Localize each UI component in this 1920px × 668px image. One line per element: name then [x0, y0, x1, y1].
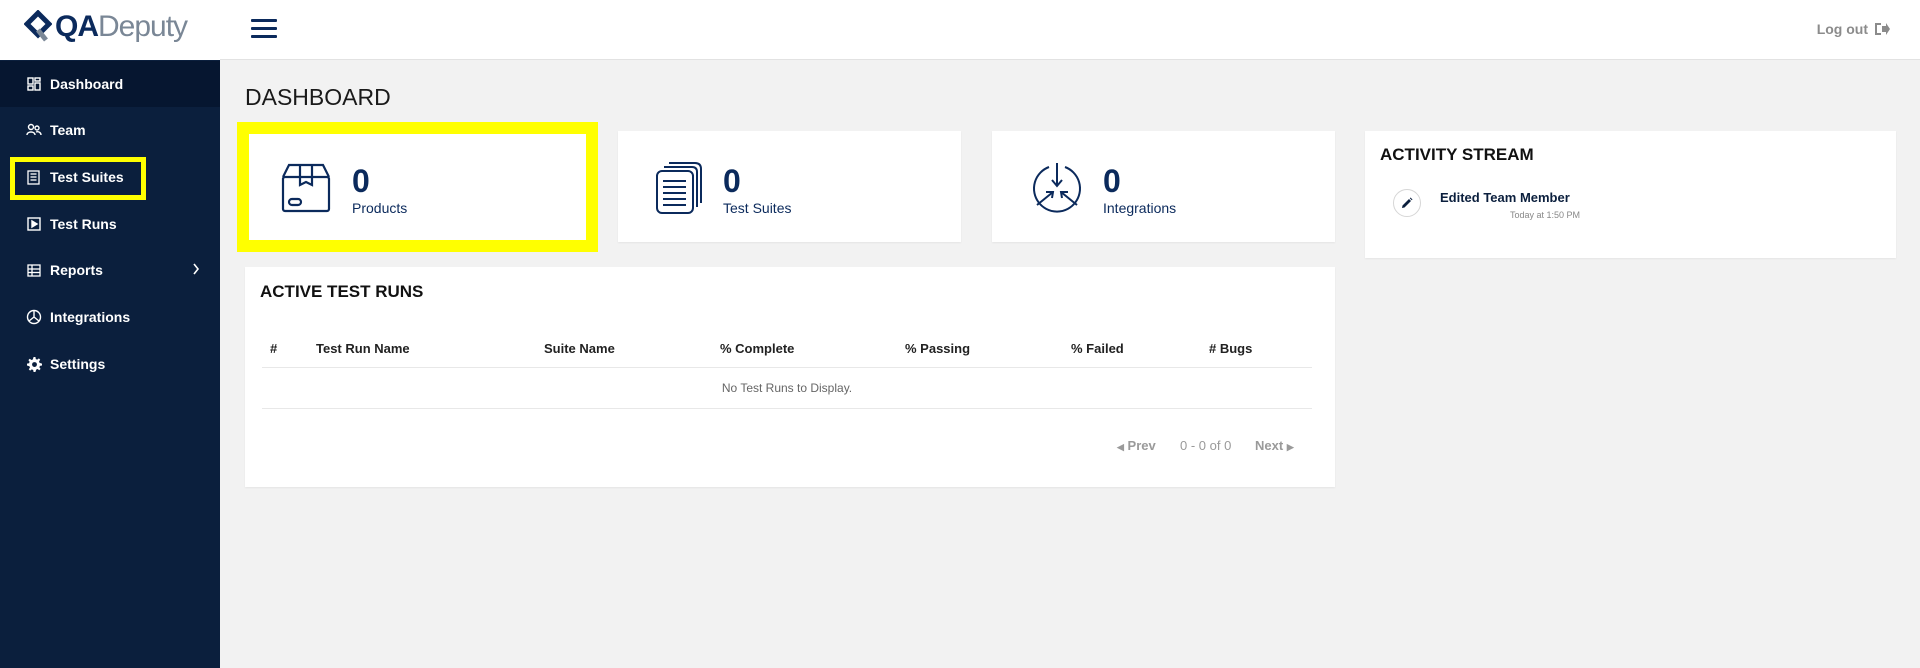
sidebar-item-settings[interactable]: Settings — [0, 341, 220, 387]
table-row: No Test Runs to Display. — [262, 367, 1312, 409]
logout-button[interactable]: Log out — [1817, 21, 1890, 37]
integrations-icon — [1033, 163, 1081, 213]
sidebar-item-label: Team — [50, 122, 86, 138]
hamburger-menu-icon[interactable] — [251, 19, 277, 41]
sidebar-item-label: Settings — [50, 356, 106, 372]
reports-icon — [26, 262, 42, 278]
active-runs-title: ACTIVE TEST RUNS — [260, 282, 424, 301]
sidebar-item-label: Test Runs — [50, 216, 117, 232]
stat-card-test-suites[interactable]: 0 Test Suites — [618, 131, 961, 242]
top-bar: Log out — [220, 0, 1920, 60]
column-header[interactable]: % Passing — [905, 337, 1071, 368]
documents-icon — [656, 162, 702, 214]
activity-item-time: Today at 1:50 PM — [1510, 210, 1581, 220]
next-label: Next — [1255, 438, 1284, 453]
empty-state-text: No Test Runs to Display. — [262, 367, 1312, 409]
column-header[interactable]: % Failed — [1071, 337, 1209, 368]
stat-value: 0 — [723, 163, 741, 199]
sidebar-item-integrations[interactable]: Integrations — [0, 294, 220, 340]
sidebar: QADeputy Dashboard Team Test Suites Test… — [0, 0, 220, 668]
prev-button[interactable]: ◀ Prev — [1117, 438, 1156, 453]
sidebar-item-label: Reports — [50, 262, 103, 278]
prev-label: Prev — [1127, 438, 1156, 453]
highlight-box — [10, 157, 146, 200]
column-header[interactable]: % Complete — [720, 337, 905, 368]
column-header[interactable]: Suite Name — [544, 337, 720, 368]
sidebar-item-label: Integrations — [50, 309, 131, 325]
activity-stream-title: ACTIVITY STREAM — [1380, 145, 1534, 164]
active-runs-table: # Test Run Name Suite Name % Complete % … — [262, 337, 1312, 409]
caret-right-icon: ▶ — [1286, 442, 1294, 452]
sidebar-item-label: Dashboard — [50, 76, 124, 92]
logo-deputy-text: Deputy — [98, 10, 188, 43]
logout-icon — [1875, 23, 1890, 35]
stat-card-integrations[interactable]: 0 Integrations — [992, 131, 1335, 242]
stat-label: Integrations — [1103, 200, 1177, 216]
caret-left-icon: ◀ — [1117, 442, 1124, 452]
sidebar-item-reports[interactable]: Reports — [0, 247, 220, 293]
stat-label: Test Suites — [723, 200, 792, 216]
page-title: DASHBOARD — [245, 84, 391, 110]
chevron-right-icon — [192, 262, 200, 278]
integrations-icon — [26, 309, 42, 325]
column-header[interactable]: # — [262, 337, 316, 368]
highlight-box — [237, 122, 598, 252]
logout-label: Log out — [1816, 21, 1868, 37]
logo-area: QADeputy — [0, 0, 220, 60]
test-runs-icon — [26, 216, 42, 232]
sidebar-item-team[interactable]: Team — [0, 107, 220, 153]
table-header-row: # Test Run Name Suite Name % Complete % … — [262, 337, 1312, 368]
gear-icon — [26, 356, 42, 372]
stat-value: 0 — [1103, 163, 1121, 199]
logo-icon — [24, 10, 52, 42]
pencil-icon — [1393, 189, 1421, 217]
logo[interactable]: QADeputy — [24, 10, 188, 44]
activity-item-title: Edited Team Member — [1440, 190, 1570, 205]
column-header[interactable]: # Bugs — [1209, 337, 1312, 368]
pagination-range: 0 - 0 of 0 — [1180, 438, 1232, 453]
dashboard-icon — [26, 76, 42, 92]
next-button[interactable]: Next ▶ — [1255, 438, 1294, 453]
sidebar-item-test-runs[interactable]: Test Runs — [0, 201, 220, 247]
column-header[interactable]: Test Run Name — [316, 337, 544, 368]
team-icon — [26, 122, 42, 138]
logo-qa-text: QA — [55, 10, 99, 43]
sidebar-item-dashboard[interactable]: Dashboard — [0, 61, 220, 107]
